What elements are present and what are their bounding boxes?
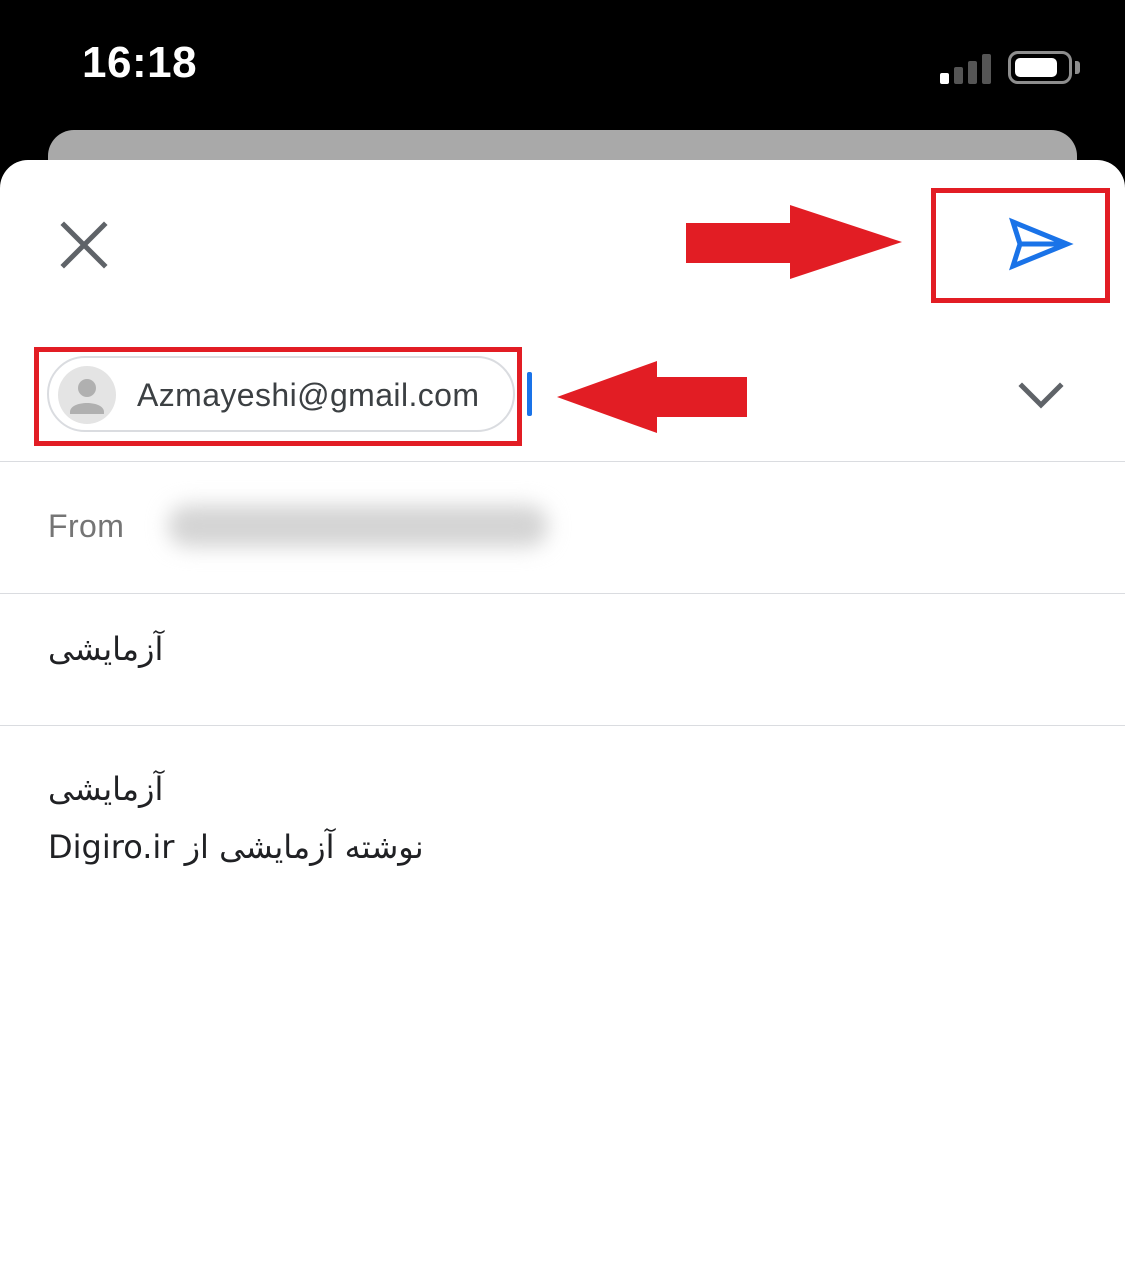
divider bbox=[0, 593, 1125, 594]
signal-icon bbox=[940, 52, 992, 84]
from-label: From bbox=[48, 508, 125, 544]
expand-recipients-button[interactable] bbox=[1014, 374, 1068, 416]
close-icon bbox=[60, 221, 108, 269]
battery-icon bbox=[1008, 51, 1072, 84]
battery-level bbox=[1015, 58, 1057, 77]
from-account-redacted[interactable] bbox=[168, 505, 548, 547]
body-line: نوشته آزمایشی از Digiro.ir bbox=[48, 828, 424, 866]
red-arrow-right bbox=[686, 205, 902, 279]
signal-bar bbox=[954, 67, 963, 84]
signal-bar bbox=[982, 54, 991, 84]
signal-bar bbox=[968, 61, 977, 84]
body-field[interactable]: آزمایشی نوشته آزمایشی از Digiro.ir bbox=[48, 760, 1078, 1240]
recipient-chip[interactable]: Azmayeshi@gmail.com bbox=[47, 356, 515, 432]
red-arrow-left bbox=[557, 361, 747, 433]
body-line: آزمایشی bbox=[48, 770, 164, 808]
status-time: 16:18 bbox=[82, 38, 198, 87]
recipient-email: Azmayeshi@gmail.com bbox=[137, 377, 480, 413]
send-button[interactable] bbox=[1000, 212, 1080, 276]
subject-text: آزمایشی bbox=[48, 630, 164, 668]
signal-bar bbox=[940, 73, 949, 84]
close-button[interactable] bbox=[52, 213, 116, 277]
divider bbox=[0, 725, 1125, 726]
divider bbox=[0, 461, 1125, 462]
subject-field[interactable]: آزمایشی bbox=[48, 630, 1078, 694]
send-icon bbox=[1008, 217, 1074, 271]
phone-screen: 16:18 Azmayeshi@gmail.com From آزمایشی آ… bbox=[0, 0, 1125, 1268]
avatar bbox=[58, 366, 116, 424]
text-cursor bbox=[527, 372, 532, 416]
chevron-down-icon bbox=[1018, 382, 1064, 409]
person-icon bbox=[70, 379, 104, 414]
battery-cap bbox=[1075, 61, 1080, 74]
